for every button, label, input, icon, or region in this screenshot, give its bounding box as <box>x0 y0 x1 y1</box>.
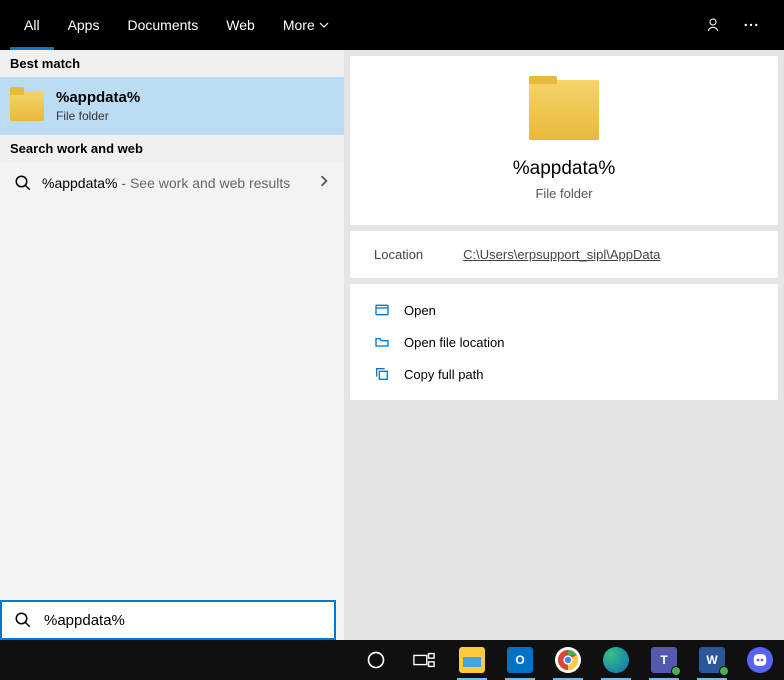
folder-icon <box>10 91 44 121</box>
chevron-right-icon <box>318 174 330 192</box>
status-badge <box>671 666 681 676</box>
copy-icon <box>374 366 390 382</box>
more-options-icon[interactable] <box>742 16 760 34</box>
discord-icon <box>747 647 773 673</box>
chrome-icon <box>555 647 581 673</box>
results-panel: Best match %appdata% File folder Search … <box>0 50 344 640</box>
location-label: Location <box>374 247 423 262</box>
search-panels: Best match %appdata% File folder Search … <box>0 50 784 640</box>
action-label: Open <box>404 303 436 318</box>
file-explorer-icon <box>459 647 485 673</box>
action-open-location[interactable]: Open file location <box>370 326 758 358</box>
web-suffix: - See work and web results <box>118 175 291 191</box>
action-label: Copy full path <box>404 367 484 382</box>
tab-label: Apps <box>68 17 100 33</box>
section-search-web: Search work and web <box>0 135 344 162</box>
web-search-result[interactable]: %appdata% - See work and web results <box>0 162 344 204</box>
tab-label: Documents <box>127 17 198 33</box>
status-badge <box>719 666 729 676</box>
search-icon <box>14 174 32 192</box>
action-open[interactable]: Open <box>370 294 758 326</box>
folder-open-icon <box>374 334 390 350</box>
taskbar-discord[interactable] <box>739 640 781 680</box>
result-subtitle: File folder <box>56 109 140 123</box>
best-match-result[interactable]: %appdata% File folder <box>0 77 344 135</box>
taskbar: O T W <box>0 640 784 680</box>
search-tabs-bar: All Apps Documents Web More <box>0 0 784 50</box>
search-icon <box>14 611 32 629</box>
tab-apps[interactable]: Apps <box>54 0 114 50</box>
preview-header-card: %appdata% File folder <box>350 56 778 225</box>
folder-icon <box>529 80 599 140</box>
taskbar-file-explorer[interactable] <box>451 640 493 680</box>
web-result-text: %appdata% - See work and web results <box>42 175 290 191</box>
taskbar-edge[interactable] <box>595 640 637 680</box>
preview-panel: %appdata% File folder Location C:\Users\… <box>344 50 784 640</box>
taskbar-chrome[interactable] <box>547 640 589 680</box>
action-label: Open file location <box>404 335 504 350</box>
result-title: %appdata% <box>56 89 140 106</box>
preview-actions-card: Open Open file location Copy full path <box>350 284 778 400</box>
section-best-match: Best match <box>0 50 344 77</box>
taskbar-teams[interactable]: T <box>643 640 685 680</box>
tab-documents[interactable]: Documents <box>113 0 212 50</box>
chevron-down-icon <box>319 17 329 33</box>
search-input[interactable] <box>44 612 322 629</box>
preview-title: %appdata% <box>513 158 615 180</box>
tab-more[interactable]: More <box>269 0 343 50</box>
tab-label: All <box>24 17 40 33</box>
preview-location-card: Location C:\Users\erpsupport_sipl\AppDat… <box>350 231 778 278</box>
outlook-icon: O <box>507 647 533 673</box>
web-query: %appdata% <box>42 175 118 191</box>
preview-subtitle: File folder <box>535 186 592 201</box>
tab-all[interactable]: All <box>10 0 54 50</box>
feedback-icon[interactable] <box>704 16 722 34</box>
edge-icon <box>603 647 629 673</box>
taskbar-task-view[interactable] <box>403 640 445 680</box>
taskbar-outlook[interactable]: O <box>499 640 541 680</box>
tab-web[interactable]: Web <box>212 0 269 50</box>
taskbar-word[interactable]: W <box>691 640 733 680</box>
taskbar-cortana[interactable] <box>355 640 397 680</box>
tab-label: Web <box>226 17 255 33</box>
open-icon <box>374 302 390 318</box>
search-box[interactable] <box>0 600 336 640</box>
tab-label: More <box>283 17 315 33</box>
action-copy-path[interactable]: Copy full path <box>370 358 758 390</box>
location-path[interactable]: C:\Users\erpsupport_sipl\AppData <box>463 247 660 262</box>
